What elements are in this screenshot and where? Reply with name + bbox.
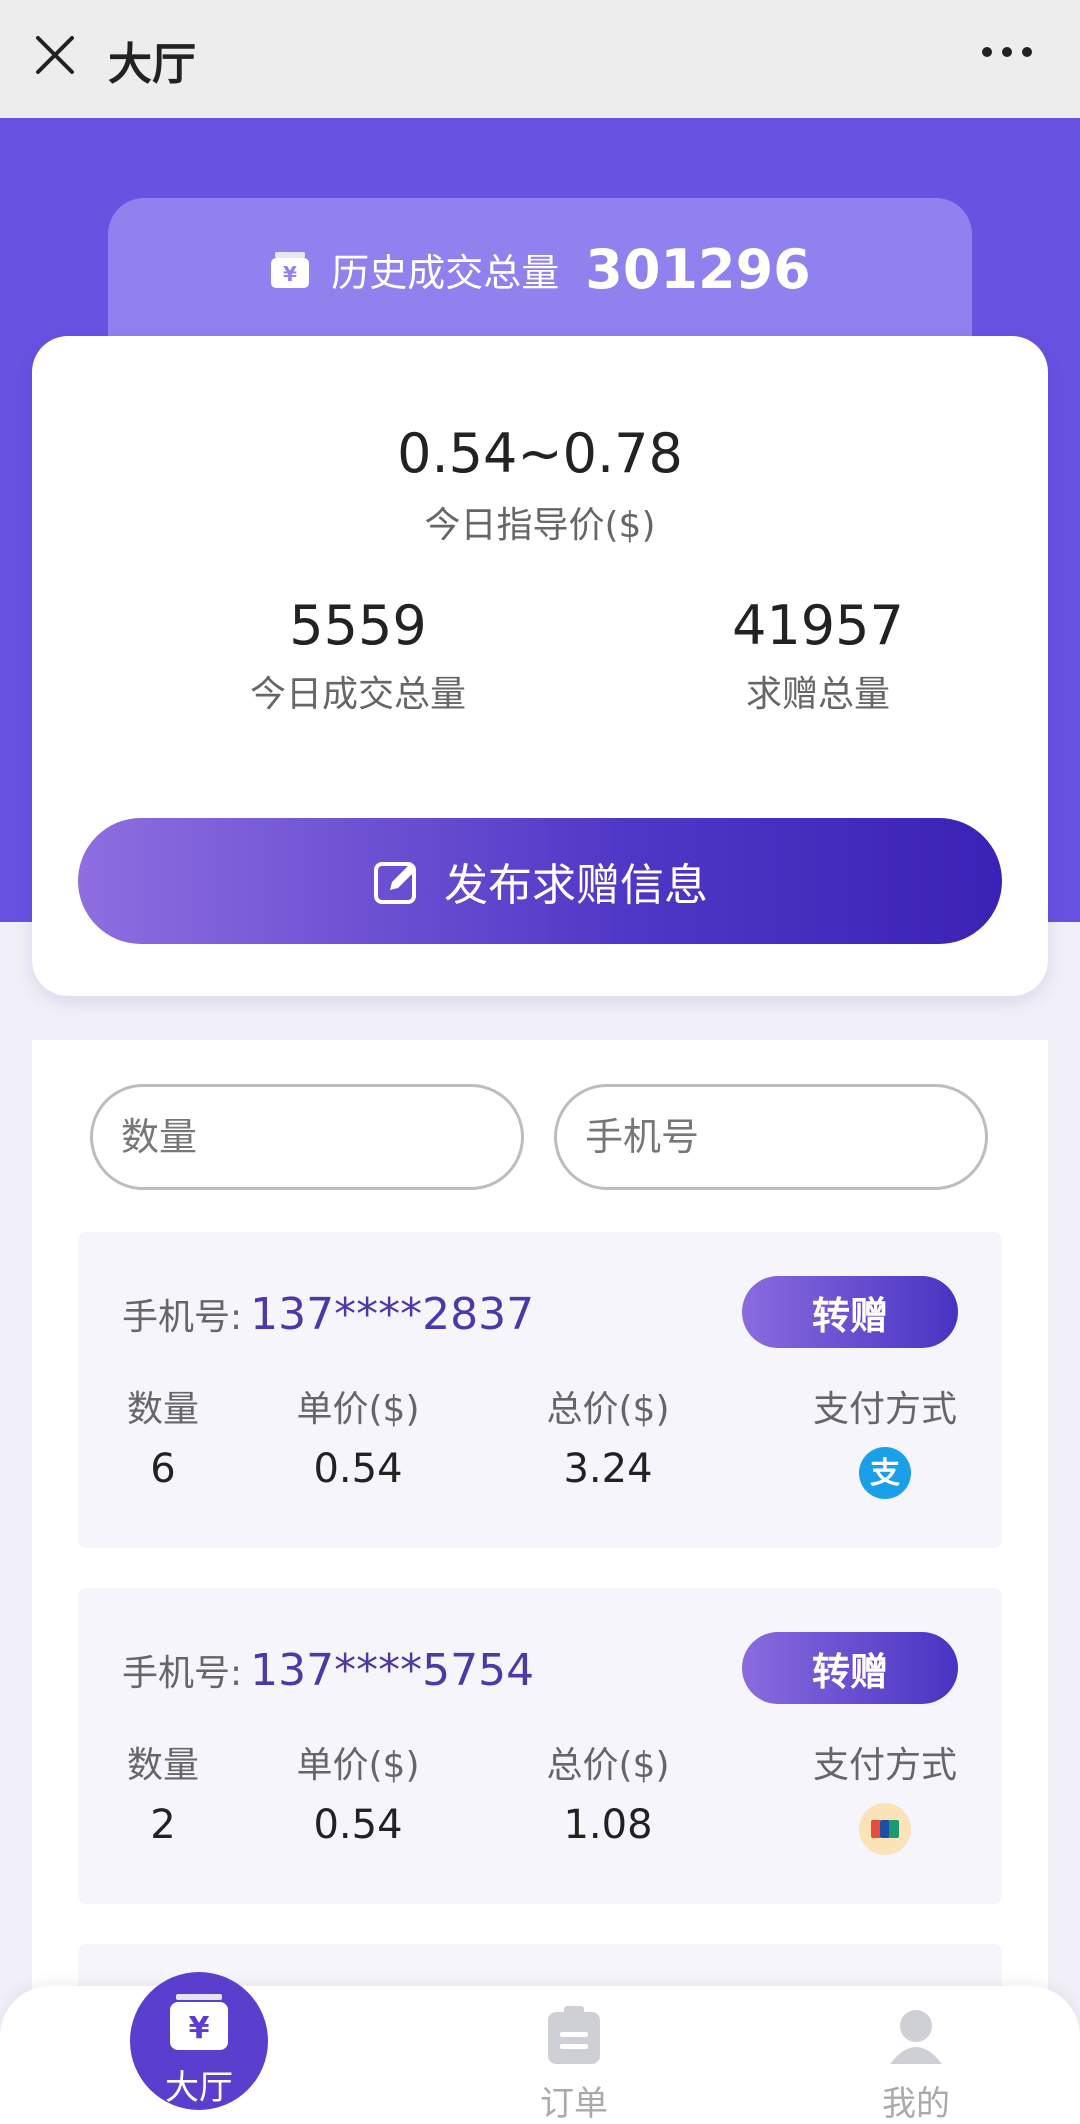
order-icon [548, 2006, 600, 2064]
column-header: 支付方式 [812, 1745, 957, 1786]
tab-order[interactable]: 订单 [494, 2006, 654, 2124]
history-total-label: 历史成交总量 [331, 251, 560, 295]
publish-request-button[interactable]: 发布求赠信息 [78, 818, 1002, 944]
column-header: 单价($) [296, 1389, 420, 1430]
gift-button[interactable]: 转赠 [742, 1632, 958, 1704]
hall-icon: ¥ [170, 1994, 228, 2050]
quantity-search-input[interactable] [90, 1084, 524, 1190]
tab-mine-label: 我的 [882, 2084, 950, 2124]
request-list-panel: 手机号:137****2837 转赠 数量 6 单价($) 0.54 总价($)… [32, 1040, 1048, 2124]
list-item: 手机号: 137****5754 转赠 数量 2 单价($) 0.54 总价($)… [78, 1588, 1002, 1904]
column-header: 支付方式 [812, 1389, 957, 1430]
profile-icon [890, 2010, 942, 2064]
svg-text:¥: ¥ [189, 2011, 210, 2046]
item-phone-number: 137****2837 [250, 1289, 535, 1340]
bottom-tab-bar: ¥ 大厅 订单 我的 [0, 1972, 1080, 2124]
column-header: 单价($) [296, 1745, 420, 1786]
item-phone-number: 137****5754 [250, 1645, 535, 1696]
quantity-value: 6 [150, 1446, 176, 1492]
item-total-price: 总价($) 1.08 [508, 1736, 708, 1848]
tab-order-label: 订单 [540, 2084, 608, 2124]
more-icon[interactable] [982, 44, 1032, 60]
item-phone-label: 手机号: [122, 1297, 243, 1338]
column-header: 总价($) [546, 1745, 670, 1786]
today-volume-stat: 5559 今日成交总量 [208, 594, 508, 717]
yuan-wallet-icon: ¥ [271, 251, 310, 288]
request-total-stat: 41957 求赠总量 [668, 594, 968, 717]
total-price-value: 1.08 [563, 1802, 653, 1848]
item-total-price: 总价($) 3.24 [508, 1380, 708, 1492]
top-bar: 大厅 [0, 0, 1080, 118]
publish-request-label: 发布求赠信息 [444, 860, 708, 911]
column-header: 总价($) [546, 1389, 670, 1430]
history-total-value: 301296 [585, 238, 811, 301]
column-header: 数量 [126, 1389, 199, 1430]
close-icon[interactable] [32, 32, 78, 78]
column-header: 数量 [126, 1745, 199, 1786]
item-payment: 支付方式 [800, 1736, 970, 1856]
item-phone-label: 手机号: [122, 1653, 243, 1694]
svg-text:支: 支 [870, 1456, 900, 1491]
total-price-value: 3.24 [563, 1446, 653, 1492]
tab-mine[interactable]: 我的 [836, 2006, 996, 2124]
svg-text:¥: ¥ [283, 262, 297, 286]
phone-search-input[interactable] [554, 1084, 988, 1190]
item-quantity: 数量 6 [108, 1380, 218, 1492]
today-volume-label: 今日成交总量 [249, 674, 466, 715]
request-total-value: 41957 [732, 594, 904, 657]
item-phone: 手机号: 137****5754 [122, 1644, 534, 1696]
item-unit-price: 单价($) 0.54 [258, 1736, 458, 1848]
edit-icon [374, 862, 416, 904]
tab-hall-label: 大厅 [165, 2068, 233, 2108]
item-quantity: 数量 2 [108, 1736, 218, 1848]
alipay-icon: 支 [859, 1447, 911, 1499]
quantity-value: 2 [150, 1802, 176, 1848]
page-title: 大厅 [108, 39, 196, 90]
item-phone: 手机号: 137****2837 [122, 1288, 534, 1340]
gift-button[interactable]: 转赠 [742, 1276, 958, 1348]
request-total-label: 求赠总量 [745, 674, 890, 715]
guide-price-label: 今日指导价($) [424, 505, 656, 546]
item-payment: 支付方式 支 [800, 1380, 970, 1500]
unit-price-value: 0.54 [313, 1802, 403, 1848]
unit-price-value: 0.54 [313, 1446, 403, 1492]
price-summary-card: 0.54~0.78 今日指导价($) 5559 今日成交总量 41957 求赠总… [32, 336, 1048, 996]
item-unit-price: 单价($) 0.54 [258, 1380, 458, 1492]
guide-price-value: 0.54~0.78 [397, 422, 683, 485]
today-volume-value: 5559 [289, 594, 427, 657]
list-item: 手机号: 137****2837 转赠 数量 6 单价($) 0.54 总价($)… [78, 1232, 1002, 1548]
tab-hall[interactable]: ¥ 大厅 [130, 1972, 268, 2110]
unionpay-icon [859, 1803, 911, 1855]
